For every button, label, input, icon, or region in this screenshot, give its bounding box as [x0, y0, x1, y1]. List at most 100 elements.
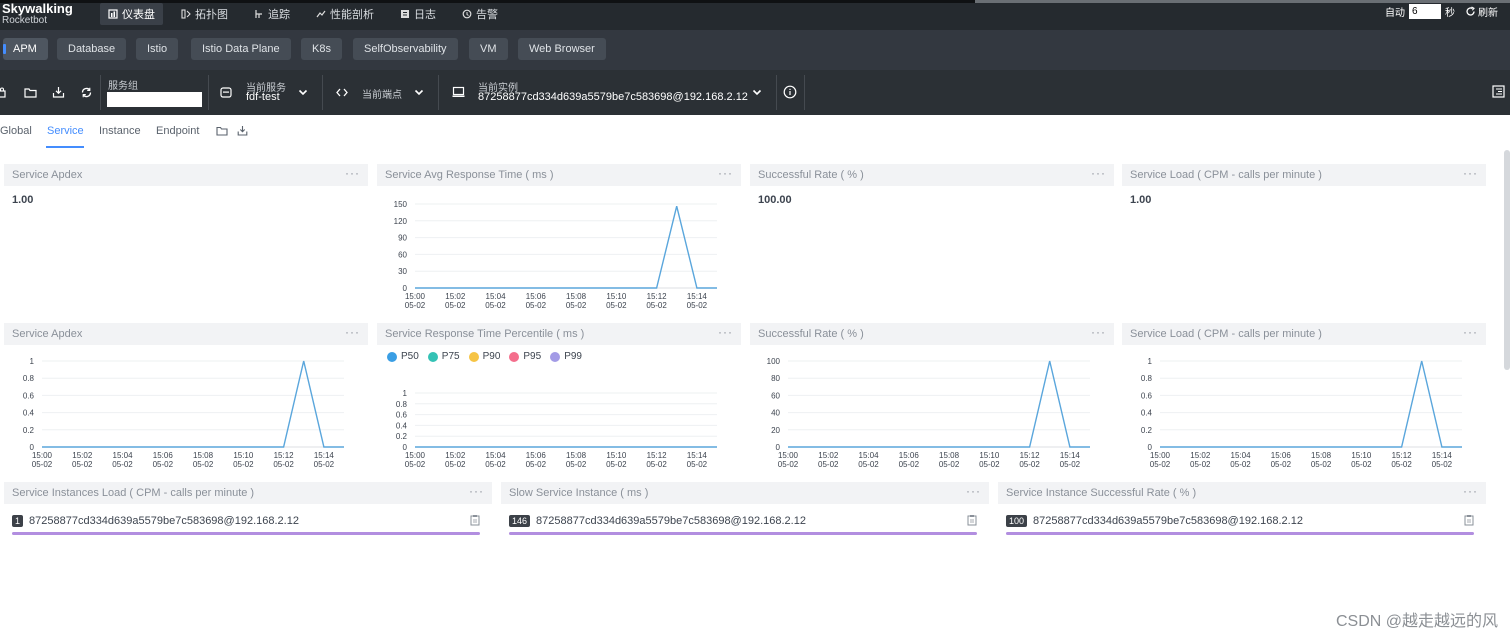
card-title: Service Load ( CPM - calls per minute )	[1130, 328, 1322, 340]
nav-trace-label: 追踪	[268, 9, 290, 21]
nav-topology[interactable]: 拓扑图	[173, 3, 236, 25]
auto-refresh-interval-input[interactable]	[1409, 4, 1441, 19]
nav-alarm[interactable]: 告警	[454, 3, 506, 25]
x-tick-label: 15:08	[566, 451, 587, 460]
y-tick-label: 0.2	[23, 426, 35, 435]
lock-icon[interactable]	[0, 87, 6, 98]
series-line	[1160, 360, 1462, 448]
layer-apm[interactable]: APM	[3, 38, 48, 60]
more-icon[interactable]: ···	[345, 325, 360, 339]
x-tick-label: 05-02	[778, 460, 799, 469]
layer-database[interactable]: Database	[57, 38, 127, 60]
more-icon[interactable]: ···	[718, 166, 733, 180]
copy-icon[interactable]	[1464, 514, 1474, 526]
instance-row[interactable]: 100 87258877cd334d639a5579be7c583698@192…	[1006, 513, 1476, 529]
more-icon[interactable]: ···	[1463, 484, 1478, 498]
instance-value-badge: 1	[12, 515, 24, 527]
collapse-panel-icon[interactable]	[1492, 85, 1505, 98]
response-percentile-chart: 00.20.40.60.8115:0005-0215:0205-0215:040…	[396, 389, 717, 469]
instance-row[interactable]: 146 87258877cd334d639a5579be7c583698@192…	[509, 513, 979, 529]
more-icon[interactable]: ···	[345, 166, 360, 180]
x-tick-label: 15:00	[405, 451, 426, 460]
apdex-chart: 00.20.40.60.8115:0005-0215:0205-0215:040…	[23, 357, 344, 469]
current-service-select[interactable]: fdf-test	[246, 91, 280, 103]
more-icon[interactable]: ···	[966, 484, 981, 498]
folder-icon[interactable]	[216, 126, 228, 136]
y-tick-label: 40	[771, 409, 780, 418]
x-tick-label: 15:08	[193, 451, 214, 460]
code-icon	[336, 88, 348, 97]
folder-icon[interactable]	[24, 87, 37, 98]
instance-row[interactable]: 1 87258877cd334d639a5579be7c583698@192.1…	[12, 513, 482, 529]
chevron-down-icon[interactable]	[752, 89, 762, 96]
copy-icon[interactable]	[967, 514, 977, 526]
instance-value-badge: 100	[1006, 515, 1028, 527]
refresh-icon[interactable]	[1465, 6, 1476, 17]
x-tick-label: 15:14	[314, 451, 335, 460]
x-tick-label: 05-02	[1391, 460, 1412, 469]
layer-vm[interactable]: VM	[469, 38, 508, 60]
nav-trace[interactable]: 追踪	[246, 3, 298, 25]
card-header: Successful Rate ( % ) ···	[750, 164, 1114, 186]
nav-dashboard[interactable]: 仪表盘	[100, 3, 163, 25]
page-scrollbar[interactable]	[1504, 150, 1510, 370]
more-icon[interactable]: ···	[1091, 325, 1106, 339]
card-service-apdex: Service Apdex ··· 1.00	[4, 164, 368, 319]
y-tick-label: 1	[30, 357, 35, 366]
more-icon[interactable]: ···	[1463, 325, 1478, 339]
tab-service[interactable]: Service	[47, 125, 84, 137]
service-group-input[interactable]	[107, 92, 202, 107]
tab-global[interactable]: Global	[0, 125, 32, 137]
app-logo[interactable]: Skywalking Rocketbot	[2, 1, 73, 27]
x-tick-label: 05-02	[1230, 460, 1251, 469]
nav-profile-label: 性能剖析	[330, 9, 374, 21]
layer-istio-data-plane-label: Istio Data Plane	[202, 43, 280, 55]
download-icon[interactable]	[237, 125, 248, 136]
layer-istio-data-plane[interactable]: Istio Data Plane	[191, 38, 291, 60]
x-tick-label: 15:12	[647, 451, 668, 460]
x-tick-label: 15:06	[1271, 451, 1292, 460]
nav-log[interactable]: 日志	[392, 3, 444, 25]
x-tick-label: 05-02	[687, 301, 708, 310]
current-endpoint-select[interactable]: 当前端点	[362, 86, 402, 101]
layer-web-browser[interactable]: Web Browser	[518, 38, 606, 60]
x-tick-label: 15:12	[1392, 451, 1413, 460]
more-icon[interactable]: ···	[1091, 166, 1106, 180]
x-tick-label: 05-02	[193, 460, 214, 469]
logo-main-text: Skywalking	[2, 1, 73, 16]
x-tick-label: 15:04	[486, 451, 507, 460]
selector-toolbar: 服务组 当前服务 fdf-test 当前端点 当前实例 87258877cd33…	[0, 70, 1510, 115]
refresh-button[interactable]: 刷新	[1478, 4, 1498, 19]
layer-selfobservability[interactable]: SelfObservability	[353, 38, 458, 60]
x-tick-label: 05-02	[112, 460, 133, 469]
chevron-down-icon[interactable]	[298, 89, 308, 96]
card-slow-instance: Slow Service Instance ( ms ) ··· 146 872…	[501, 482, 989, 542]
series-line	[788, 360, 1090, 448]
x-tick-label: 15:10	[1351, 451, 1372, 460]
chevron-down-icon[interactable]	[414, 89, 424, 96]
sync-icon[interactable]	[80, 86, 93, 99]
tab-endpoint[interactable]: Endpoint	[156, 125, 199, 137]
x-tick-label: 15:10	[979, 451, 1000, 460]
more-icon[interactable]: ···	[1463, 166, 1478, 180]
copy-icon[interactable]	[470, 514, 480, 526]
y-tick-label: 0.2	[1141, 426, 1153, 435]
card-successful-rate-chart: Successful Rate ( % ) ··· 0 20 40 60 80 100 15…	[750, 323, 1114, 478]
more-icon[interactable]: ···	[469, 484, 484, 498]
layer-k8s[interactable]: K8s	[301, 38, 342, 60]
more-icon[interactable]: ···	[718, 325, 733, 339]
current-instance-select[interactable]: 87258877cd334d639a5579be7c583698@192.168…	[478, 91, 748, 103]
layer-istio[interactable]: Istio	[136, 38, 179, 60]
download-icon[interactable]	[52, 86, 65, 98]
card-title: Service Instances Load ( CPM - calls per…	[12, 487, 255, 499]
x-tick-label: 15:04	[486, 292, 507, 301]
layer-vm-label: VM	[480, 43, 497, 55]
tab-instance[interactable]: Instance	[99, 125, 141, 137]
nav-profile[interactable]: 性能剖析	[308, 3, 382, 25]
topology-icon	[181, 9, 191, 19]
x-tick-label: 15:08	[1311, 451, 1332, 460]
info-icon[interactable]	[783, 85, 797, 99]
y-tick-label: 20	[771, 426, 780, 435]
x-tick-label: 05-02	[1190, 460, 1211, 469]
x-tick-label: 15:06	[153, 451, 174, 460]
